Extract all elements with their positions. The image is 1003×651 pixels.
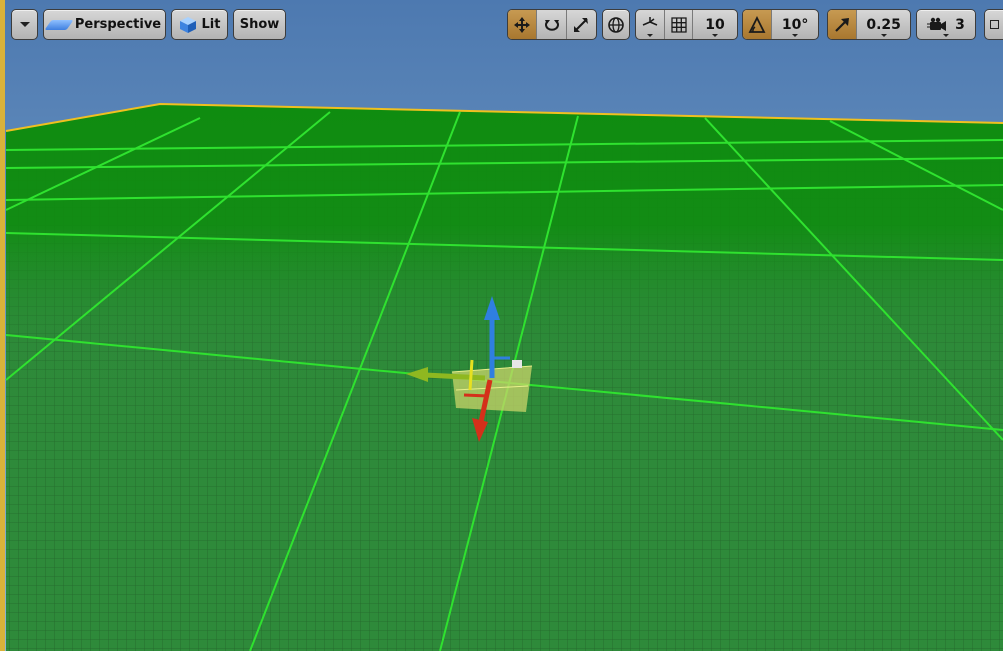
lit-cube-icon — [179, 16, 196, 33]
translate-mode-button[interactable] — [508, 10, 538, 39]
surface-snap-icon — [642, 16, 658, 26]
scale-snap-value-dropdown[interactable]: 0.25 — [857, 10, 910, 39]
grid-snap-value: 10 — [705, 16, 725, 33]
level-viewport[interactable]: Perspective Lit Show 10 10° 0.25 3 — [0, 0, 1003, 651]
gizmo-y-axis[interactable] — [424, 372, 486, 381]
show-label: Show — [239, 17, 280, 32]
camera-icon — [927, 17, 947, 31]
scale-mode-button[interactable] — [567, 10, 596, 39]
viewport-options-button[interactable] — [11, 9, 38, 40]
chevron-down-icon — [943, 34, 949, 37]
perspective-button[interactable]: Perspective — [43, 9, 166, 40]
chevron-down-icon — [19, 22, 30, 27]
surface-snap-button[interactable] — [636, 10, 666, 39]
viewport-scene[interactable] — [0, 0, 1003, 651]
transform-mode-group — [507, 9, 597, 40]
perspective-icon — [44, 19, 74, 30]
scale-snap-toggle[interactable] — [828, 10, 858, 39]
lit-button[interactable]: Lit — [171, 9, 228, 40]
rotation-snap-icon — [748, 15, 766, 33]
rotation-snap-toggle[interactable] — [743, 10, 773, 39]
scale-snap-value: 0.25 — [866, 16, 901, 33]
perspective-label: Perspective — [74, 17, 162, 32]
chevron-down-icon — [792, 34, 799, 37]
chevron-down-icon — [711, 34, 718, 37]
maximize-icon — [989, 20, 999, 29]
grid-snap-value-dropdown[interactable]: 10 — [693, 10, 737, 39]
translate-icon — [514, 16, 531, 33]
scale-icon — [574, 17, 589, 32]
rotation-snap-value-dropdown[interactable]: 10° — [772, 10, 818, 39]
world-local-toggle[interactable] — [602, 9, 630, 40]
grid-icon — [671, 16, 687, 33]
show-button[interactable]: Show — [233, 9, 286, 40]
scale-snap-icon — [835, 17, 850, 32]
grid-snap-group: 10 — [635, 9, 738, 40]
grid-snap-toggle[interactable] — [665, 10, 693, 39]
camera-speed-value: 3 — [955, 16, 965, 33]
camera-speed-button[interactable]: 3 — [916, 9, 976, 40]
chevron-down-icon — [880, 34, 887, 37]
scale-snap-group: 0.25 — [827, 9, 911, 40]
rotation-snap-group: 10° — [742, 9, 819, 40]
rotate-mode-button[interactable] — [537, 10, 567, 39]
maximize-viewport-button[interactable] — [984, 9, 1003, 40]
chevron-down-icon — [647, 34, 654, 37]
lit-label: Lit — [201, 17, 221, 32]
globe-icon — [608, 16, 624, 33]
rotation-snap-value: 10° — [781, 16, 809, 33]
rotate-icon — [544, 19, 559, 31]
viewport-left-border — [0, 0, 5, 651]
